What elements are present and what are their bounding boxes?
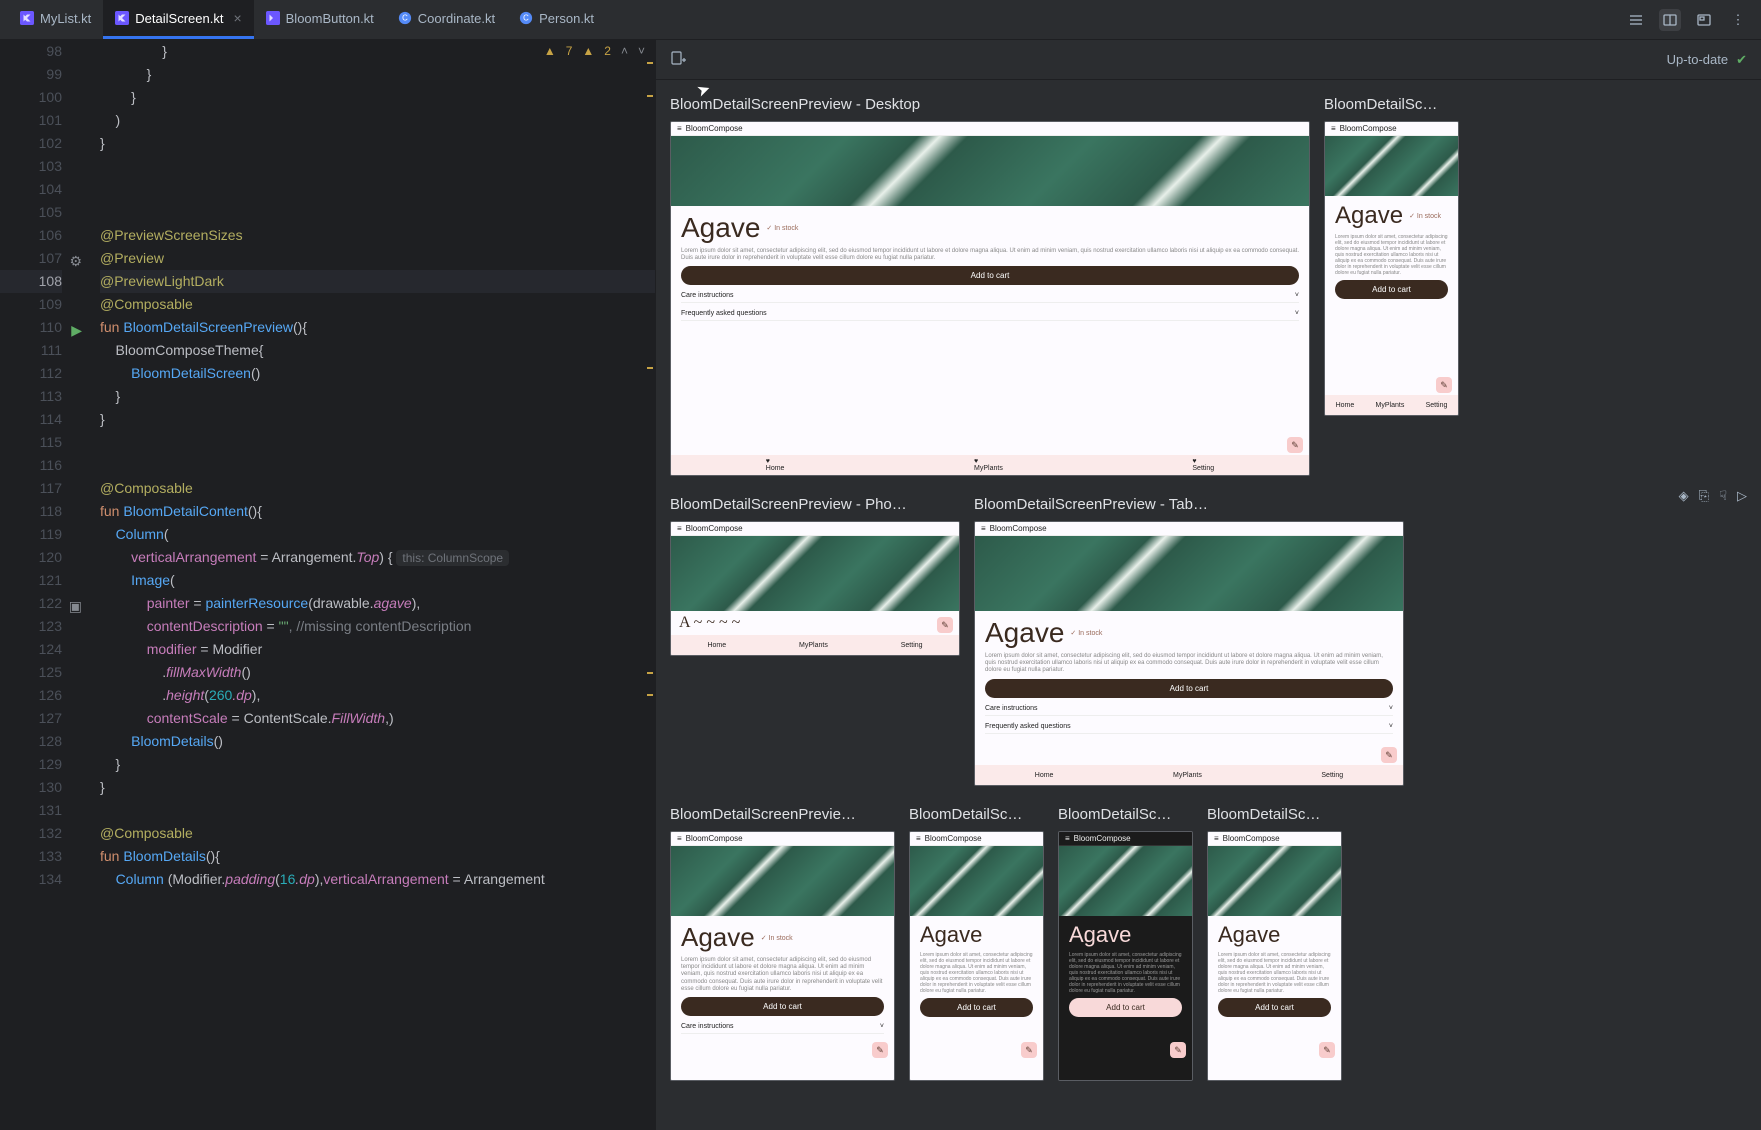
preview-device-tablet[interactable]: ≡BloomCompose Agave✓ In stock Lorem ipsu… [974,521,1404,786]
tab-label: DetailScreen.kt [135,11,223,26]
kotlin-file-icon [115,11,129,25]
preview-title[interactable]: BloomDetailSc… [1058,806,1193,823]
preview-actions: ◈ ⎘ ☟ ▷ [1679,488,1747,504]
svg-text:C: C [402,14,408,23]
tab-label: BloomButton.kt [286,11,374,26]
run-preview-icon[interactable]: ▷ [1737,488,1747,504]
interactive-mode-icon[interactable]: ⎘ [1699,488,1709,504]
preview-device-small-2[interactable]: ≡BloomCompose Agave Lorem ipsum dolor si… [909,831,1044,1081]
tab-bloombutton[interactable]: BloomButton.kt [254,0,386,39]
preview-title[interactable]: BloomDetailSc… [909,806,1044,823]
tab-person[interactable]: C Person.kt [507,0,606,39]
kotlin-class-icon: C [398,11,412,25]
preview-title[interactable]: BloomDetailSc… [1207,806,1342,823]
tab-label: Coordinate.kt [418,11,495,26]
line-gutter[interactable]: 9899100101102103104105106107⚙108109110▶1… [0,40,70,1130]
tab-mylist[interactable]: MyList.kt [8,0,103,39]
preview-device-dark[interactable]: ≡BloomCompose Agave Lorem ipsum dolor si… [1058,831,1193,1081]
animation-preview-icon[interactable]: ◈ [1679,488,1689,504]
list-view-icon[interactable] [1625,9,1647,31]
weak-warning-icon: ▲ [582,44,594,58]
tab-label: MyList.kt [40,11,91,26]
warning-icon: ▲ [544,44,556,58]
preview-device-phone[interactable]: ≡BloomCompose A ~ ~ ~ ~ HomeMyPlantsSett… [670,521,960,656]
preview-device-small-1[interactable]: ≡BloomCompose Agave✓ In stock Lorem ipsu… [670,831,895,1081]
tab-coordinate[interactable]: C Coordinate.kt [386,0,507,39]
close-icon[interactable]: × [233,10,241,26]
add-panel-icon[interactable] [670,54,686,69]
preview-title[interactable]: BloomDetailScreenPreview - Desktop [670,96,1310,113]
kotlin-file-icon [20,11,34,25]
hamburger-icon: ≡ [677,124,682,133]
tab-detailscreen[interactable]: DetailScreen.kt × [103,0,253,39]
preview-toolbar: Up-to-date ✔ [656,40,1761,80]
kotlin-file-icon [266,11,280,25]
preview-device-foldable[interactable]: ≡BloomCompose Agave✓ In stock Lorem ipsu… [1324,121,1459,416]
compose-preview-panel: Up-to-date ✔ ➤ BloomDetailScreenPreview … [655,40,1761,1130]
preview-device-small-4[interactable]: ≡BloomCompose Agave Lorem ipsum dolor si… [1207,831,1342,1081]
more-icon[interactable]: ⋮ [1727,9,1749,31]
chevron-up-icon[interactable]: ˄ [621,44,628,58]
code-content[interactable]: } } } )}@PreviewScreenSizes@Preview@Prev… [70,40,655,1130]
warning-count: 7 [566,44,573,58]
weak-warning-count: 2 [604,44,611,58]
svg-text:C: C [523,14,529,23]
inspection-summary[interactable]: ▲ 7 ▲ 2 ˄ ˅ [544,44,645,58]
tab-label: Person.kt [539,11,594,26]
split-view-icon[interactable] [1659,9,1681,31]
design-view-icon[interactable] [1693,9,1715,31]
preview-title[interactable]: BloomDetailScreenPreview - Tab… [974,496,1404,513]
preview-title[interactable]: BloomDetailSc… [1324,96,1459,113]
preview-device-desktop[interactable]: ≡BloomCompose Agave✓ In stock Lorem ipsu… [670,121,1310,476]
preview-status: Up-to-date [1667,52,1728,67]
scroll-minimap[interactable] [645,40,655,1130]
preview-title[interactable]: BloomDetailScreenPrevie… [670,806,895,823]
editor-tabs: MyList.kt DetailScreen.kt × BloomButton.… [0,0,1761,40]
chevron-down-icon[interactable]: ˅ [638,44,645,58]
preview-body[interactable]: BloomDetailScreenPreview - Desktop ≡Bloo… [656,80,1761,1130]
check-icon: ✔ [1736,52,1747,68]
kotlin-class-icon: C [519,11,533,25]
preview-title[interactable]: BloomDetailScreenPreview - Pho… [670,496,960,513]
code-editor[interactable]: ▲ 7 ▲ 2 ˄ ˅ 9899100101102103104105106107⚙1… [0,40,655,1130]
deploy-icon[interactable]: ☟ [1719,488,1727,504]
